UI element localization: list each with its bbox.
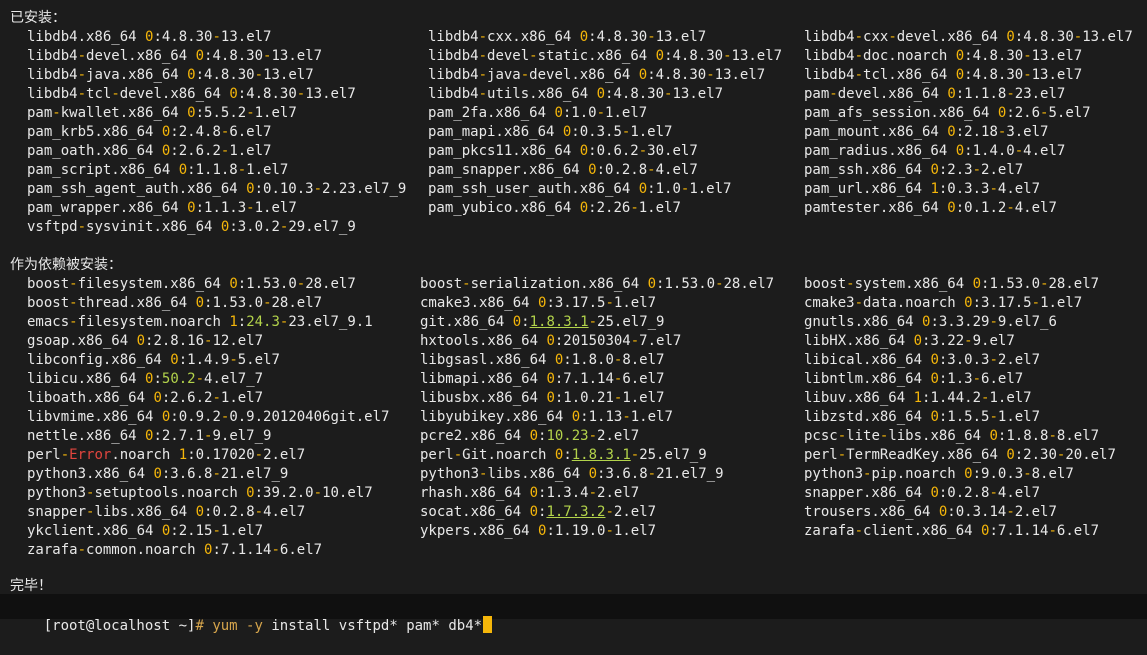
package-entry: cmake3-data.noarch 0:3.17.5-1.el7 bbox=[804, 295, 1083, 311]
package-entry: socat.x86_64 0:1.7.3.2-2.el7 bbox=[420, 504, 657, 520]
package-entry: libconfig.x86_64 0:1.4.9-5.el7 bbox=[27, 352, 280, 368]
package-entry: ykpers.x86_64 0:1.19.0-1.el7 bbox=[420, 523, 657, 539]
package-entry: libvmime.x86_64 0:0.9.2-0.9.20120406git.… bbox=[27, 409, 390, 425]
package-entry: snapper.x86_64 0:0.2.8-4.el7 bbox=[804, 485, 1041, 501]
package-entry: boost-thread.x86_64 0:1.53.0-28.el7 bbox=[27, 295, 323, 311]
package-entry: python3.x86_64 0:3.6.8-21.el7_9 bbox=[27, 466, 289, 482]
package-entry: libHX.x86_64 0:3.22-9.el7 bbox=[804, 333, 1015, 349]
package-entry: libzstd.x86_64 0:1.5.5-1.el7 bbox=[804, 409, 1041, 425]
command-args: install vsftpd* pam* db4* bbox=[271, 618, 483, 634]
package-entry: nettle.x86_64 0:2.7.1-9.el7_9 bbox=[27, 428, 272, 444]
package-entry: libdb4-cxx.x86_64 0:4.8.30-13.el7 bbox=[428, 29, 707, 45]
package-entry: pam_oath.x86_64 0:2.6.2-1.el7 bbox=[27, 143, 272, 159]
package-entry: pam-devel.x86_64 0:1.1.8-23.el7 bbox=[804, 86, 1066, 102]
package-entry: libdb4-tcl-devel.x86_64 0:4.8.30-13.el7 bbox=[27, 86, 356, 102]
package-entry: perl-Error.noarch 1:0.17020-2.el7 bbox=[27, 447, 306, 463]
package-entry: boost-serialization.x86_64 0:1.53.0-28.e… bbox=[420, 276, 775, 292]
package-entry: gsoap.x86_64 0:2.8.16-12.el7 bbox=[27, 333, 264, 349]
package-entry: libical.x86_64 0:3.0.3-2.el7 bbox=[804, 352, 1041, 368]
package-entry: pam_2fa.x86_64 0:1.0-1.el7 bbox=[428, 105, 648, 121]
package-entry: libdb4-devel.x86_64 0:4.8.30-13.el7 bbox=[27, 48, 323, 64]
package-entry: pam_radius.x86_64 0:1.4.0-4.el7 bbox=[804, 143, 1066, 159]
package-entry: libdb4-tcl.x86_64 0:4.8.30-13.el7 bbox=[804, 67, 1083, 83]
package-entry: libyubikey.x86_64 0:1.13-1.el7 bbox=[420, 409, 673, 425]
package-entry: python3-pip.noarch 0:9.0.3-8.el7 bbox=[804, 466, 1074, 482]
dependencies-heading: 作为依赖被安装： bbox=[10, 257, 122, 273]
package-entry: pam_ssh_user_auth.x86_64 0:1.0-1.el7 bbox=[428, 181, 732, 197]
package-entry: snapper-libs.x86_64 0:0.2.8-4.el7 bbox=[27, 504, 306, 520]
package-entry: pam_krb5.x86_64 0:2.4.8-6.el7 bbox=[27, 124, 272, 140]
package-entry: libdb4-doc.noarch 0:4.8.30-13.el7 bbox=[804, 48, 1083, 64]
package-entry: pam_snapper.x86_64 0:0.2.8-4.el7 bbox=[428, 162, 698, 178]
package-entry: ykclient.x86_64 0:2.15-1.el7 bbox=[27, 523, 264, 539]
package-entry: libdb4.x86_64 0:4.8.30-13.el7 bbox=[27, 29, 272, 45]
package-entry: libuv.x86_64 1:1.44.2-1.el7 bbox=[804, 390, 1032, 406]
package-entry: pam-kwallet.x86_64 0:5.5.2-1.el7 bbox=[27, 105, 297, 121]
package-entry: libdb4-java.x86_64 0:4.8.30-13.el7 bbox=[27, 67, 314, 83]
package-entry: libdb4-cxx-devel.x86_64 0:4.8.30-13.el7 bbox=[804, 29, 1133, 45]
package-entry: pcre2.x86_64 0:10.23-2.el7 bbox=[420, 428, 640, 444]
package-entry: libdb4-utils.x86_64 0:4.8.30-13.el7 bbox=[428, 86, 724, 102]
package-entry: libusbx.x86_64 0:1.0.21-1.el7 bbox=[420, 390, 665, 406]
prompt-symbol: # bbox=[195, 618, 204, 634]
package-entry: rhash.x86_64 0:1.3.4-2.el7 bbox=[420, 485, 640, 501]
package-entry: gnutls.x86_64 0:3.3.29-9.el7_6 bbox=[804, 314, 1057, 330]
prompt-user-host: [root@localhost ~] bbox=[43, 618, 196, 634]
package-entry: libdb4-devel-static.x86_64 0:4.8.30-13.e… bbox=[428, 48, 783, 64]
terminal-window[interactable]: 已安装： libdb4.x86_64 0:4.8.30-13.el7 libdb4… bbox=[0, 0, 1147, 634]
package-entry: pam_mount.x86_64 0:2.18-3.el7 bbox=[804, 124, 1049, 140]
package-entry: emacs-filesystem.noarch 1:24.3-23.el7_9.… bbox=[27, 314, 373, 330]
shell-prompt[interactable]: [root@localhost ~]# yum -y install vsftp… bbox=[10, 597, 493, 634]
package-entry: python3-setuptools.noarch 0:39.2.0-10.el… bbox=[27, 485, 373, 501]
package-entry: pam_mapi.x86_64 0:0.3.5-1.el7 bbox=[428, 124, 673, 140]
package-entry: pam_pkcs11.x86_64 0:0.6.2-30.el7 bbox=[428, 143, 698, 159]
command-option: -y bbox=[246, 618, 263, 634]
package-entry: zarafa-client.x86_64 0:7.1.14-6.el7 bbox=[804, 523, 1100, 539]
package-entry: libdb4-java-devel.x86_64 0:4.8.30-13.el7 bbox=[428, 67, 766, 83]
package-entry: pam_ssh_agent_auth.x86_64 0:0.10.3-2.23.… bbox=[27, 181, 407, 197]
package-entry: libgsasl.x86_64 0:1.8.0-8.el7 bbox=[420, 352, 665, 368]
package-entry: git.x86_64 0:1.8.3.1-25.el7_9 bbox=[420, 314, 665, 330]
package-entry: pam_ssh.x86_64 0:2.3-2.el7 bbox=[804, 162, 1024, 178]
package-entry: python3-libs.x86_64 0:3.6.8-21.el7_9 bbox=[420, 466, 724, 482]
package-entry: pam_yubico.x86_64 0:2.26-1.el7 bbox=[428, 200, 681, 216]
installed-heading: 已安装： bbox=[10, 10, 66, 26]
package-entry: pam_script.x86_64 0:1.1.8-1.el7 bbox=[27, 162, 289, 178]
package-entry: perl-TermReadKey.x86_64 0:2.30-20.el7 bbox=[804, 447, 1116, 463]
package-entry: pam_wrapper.x86_64 0:1.1.3-1.el7 bbox=[27, 200, 297, 216]
package-entry: trousers.x86_64 0:0.3.14-2.el7 bbox=[804, 504, 1057, 520]
package-entry: boost-filesystem.x86_64 0:1.53.0-28.el7 bbox=[27, 276, 356, 292]
package-entry: libmapi.x86_64 0:7.1.14-6.el7 bbox=[420, 371, 665, 387]
package-entry: hxtools.x86_64 0:20150304-7.el7 bbox=[420, 333, 682, 349]
package-entry: vsftpd-sysvinit.x86_64 0:3.0.2-29.el7_9 bbox=[27, 219, 356, 235]
package-entry: cmake3.x86_64 0:3.17.5-1.el7 bbox=[420, 295, 657, 311]
package-entry: perl-Git.noarch 0:1.8.3.1-25.el7_9 bbox=[420, 447, 707, 463]
package-entry: libntlm.x86_64 0:1.3-6.el7 bbox=[804, 371, 1024, 387]
package-entry: boost-system.x86_64 0:1.53.0-28.el7 bbox=[804, 276, 1100, 292]
package-entry: pam_afs_session.x86_64 0:2.6-5.el7 bbox=[804, 105, 1091, 121]
command-word: yum bbox=[212, 618, 238, 634]
package-entry: pam_url.x86_64 1:0.3.3-4.el7 bbox=[804, 181, 1041, 197]
package-entry: zarafa-common.noarch 0:7.1.14-6.el7 bbox=[27, 542, 323, 558]
package-entry: pcsc-lite-libs.x86_64 0:1.8.8-8.el7 bbox=[804, 428, 1100, 444]
package-entry: pamtester.x86_64 0:0.1.2-4.el7 bbox=[804, 200, 1057, 216]
package-entry: libicu.x86_64 0:50.2-4.el7_7 bbox=[27, 371, 264, 387]
package-entry: liboath.x86_64 0:2.6.2-1.el7 bbox=[27, 390, 264, 406]
